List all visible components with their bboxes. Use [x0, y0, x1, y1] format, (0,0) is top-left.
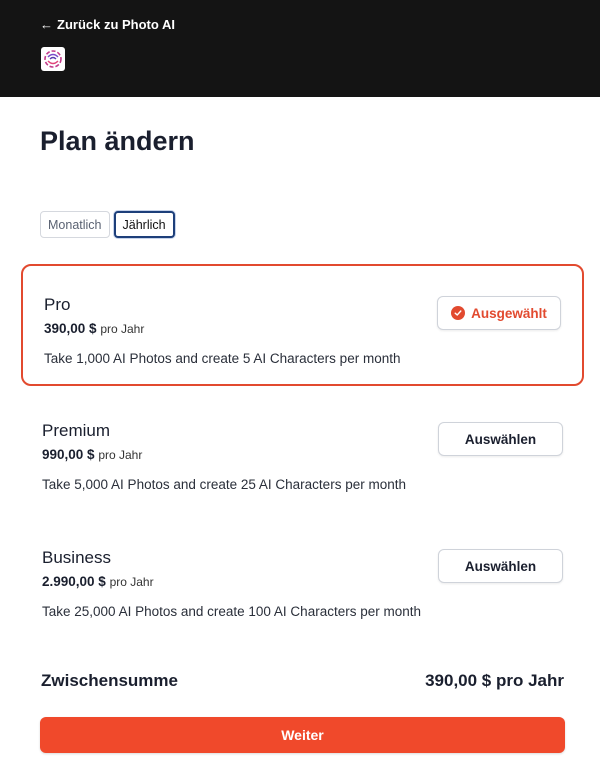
arrow-left-icon: ← [40, 17, 53, 32]
plan-description: Take 1,000 AI Photos and create 5 AI Cha… [44, 351, 401, 366]
selected-plan-button-label: Ausgewählt [471, 305, 547, 321]
toggle-monthly-button[interactable]: Monatlich [40, 211, 110, 238]
plan-price: 2.990,00 $ pro Jahr [42, 574, 154, 589]
subtotal-value: 390,00 $ pro Jahr [425, 671, 564, 690]
plan-card-business[interactable]: Business 2.990,00 $ pro Jahr Take 25,000… [21, 519, 584, 641]
subtotal-label: Zwischensumme [41, 671, 178, 690]
plan-card-premium[interactable]: Premium 990,00 $ pro Jahr Take 5,000 AI … [21, 392, 584, 514]
plan-description: Take 25,000 AI Photos and create 100 AI … [42, 604, 421, 619]
selected-plan-button[interactable]: Ausgewählt [437, 296, 561, 330]
photo-ai-logo-icon[interactable] [41, 47, 65, 71]
back-link-label: Zurück zu Photo AI [57, 17, 175, 32]
plan-price-amount: 2.990,00 $ [42, 574, 106, 589]
select-plan-button[interactable]: Auswählen [438, 422, 563, 456]
plan-price-period: pro Jahr [98, 448, 143, 462]
plan-name: Business [42, 548, 111, 567]
plan-name: Premium [42, 421, 111, 440]
page-title: Plan ändern [40, 126, 195, 156]
billing-toggle: Monatlich Jährlich [40, 211, 175, 238]
plan-price-amount: 390,00 $ [44, 321, 97, 336]
continue-button[interactable]: Weiter [40, 717, 565, 753]
top-bar: ← Zurück zu Photo AI [0, 0, 600, 97]
select-plan-button[interactable]: Auswählen [438, 549, 563, 583]
plan-card-pro[interactable]: Pro 390,00 $ pro Jahr Take 1,000 AI Phot… [21, 264, 584, 386]
toggle-yearly-button[interactable]: Jährlich [113, 211, 175, 238]
plan-description: Take 5,000 AI Photos and create 25 AI Ch… [42, 477, 406, 492]
plan-price: 390,00 $ pro Jahr [44, 321, 144, 336]
plan-price: 990,00 $ pro Jahr [42, 447, 142, 462]
plan-name: Pro [44, 295, 71, 314]
plan-price-amount: 990,00 $ [42, 447, 95, 462]
back-link[interactable]: ← Zurück zu Photo AI [40, 17, 175, 32]
plan-price-period: pro Jahr [109, 575, 154, 589]
plan-price-period: pro Jahr [100, 322, 145, 336]
check-circle-icon [451, 306, 466, 320]
